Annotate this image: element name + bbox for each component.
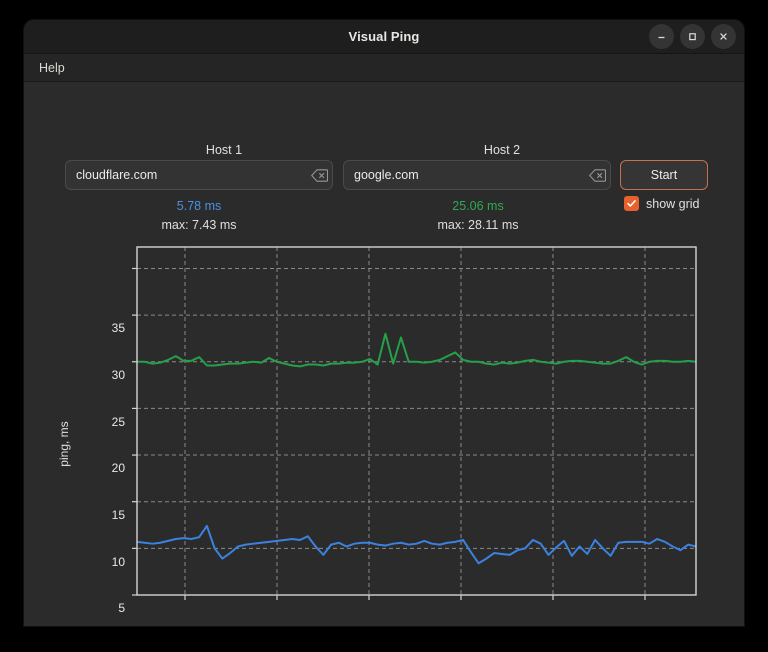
host2-input[interactable]: google.com — [343, 160, 611, 190]
chart-series-line — [136, 524, 697, 565]
maximize-icon — [689, 33, 696, 41]
clear-input-glyph — [588, 168, 606, 182]
chart-y-tick-label: 30 — [111, 368, 125, 383]
host2-current-ping: 25.06 ms — [452, 199, 504, 213]
close-button[interactable] — [711, 24, 736, 49]
app-window: Visual Ping Help Host 1 Host 2 cloudflar… — [24, 20, 744, 626]
check-icon — [627, 200, 636, 207]
minimize-button[interactable] — [649, 24, 674, 49]
maximize-button[interactable] — [680, 24, 705, 49]
clear-input-glyph — [310, 168, 328, 182]
chart-y-tick-label: 15 — [111, 508, 125, 523]
chart-y-tick-label: 5 — [118, 601, 125, 616]
minimize-icon — [658, 36, 665, 39]
host1-current-ping: 5.78 ms — [176, 199, 222, 213]
window-titlebar: Visual Ping — [24, 20, 744, 54]
host1-max-ping: max: 7.43 ms — [161, 218, 237, 232]
chart-frame — [136, 246, 697, 596]
clear-input-icon[interactable] — [306, 168, 332, 182]
window-controls — [649, 24, 736, 49]
chart-series-line — [137, 332, 697, 368]
host2-label: Host 2 — [483, 143, 521, 157]
chart-plot-background — [137, 247, 696, 595]
host1-input[interactable]: cloudflare.com — [65, 160, 333, 190]
start-button[interactable]: Start — [620, 160, 708, 190]
menubar: Help — [24, 54, 744, 82]
host2-max-ping: max: 28.11 ms — [437, 218, 519, 232]
show-grid-checkbox[interactable] — [624, 196, 639, 211]
window-title: Visual Ping — [348, 29, 420, 44]
chart-y-tick-label: 35 — [111, 321, 125, 336]
clear-input-icon[interactable] — [584, 168, 610, 182]
chart-y-axis-title: ping, ms — [57, 421, 71, 467]
host1-input-value[interactable]: cloudflare.com — [66, 168, 306, 182]
chart-y-tick-label: 25 — [111, 414, 125, 429]
show-grid-label: show grid — [646, 196, 700, 211]
host2-input-value[interactable]: google.com — [344, 168, 584, 182]
menu-item-help[interactable]: Help — [34, 59, 70, 77]
chart-y-tick-label: 10 — [111, 554, 125, 569]
show-grid-toggle[interactable]: show grid — [624, 196, 700, 211]
chart-y-tick-label: 20 — [111, 461, 125, 476]
main-content: Host 1 Host 2 cloudflare.com google.com — [24, 82, 744, 626]
host1-label: Host 1 — [205, 143, 243, 157]
close-icon — [720, 33, 727, 40]
